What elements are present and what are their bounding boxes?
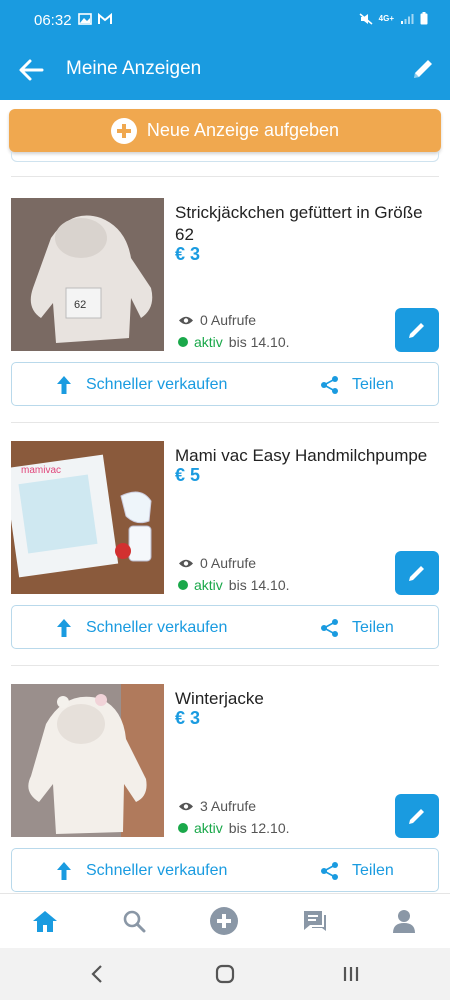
status-until: bis 14.10. bbox=[228, 577, 290, 593]
ad-title[interactable]: Strickjäckchen gefüttert in Größe 62 bbox=[175, 202, 445, 246]
nav-add[interactable] bbox=[209, 906, 239, 936]
status-time: 06:32 bbox=[34, 12, 72, 29]
home-icon bbox=[33, 911, 57, 932]
ad-price: € 3 bbox=[175, 708, 201, 728]
ad-action-bar: Schneller verkaufen Teilen bbox=[11, 605, 439, 649]
gmail-icon bbox=[98, 13, 112, 24]
eye-icon bbox=[179, 559, 193, 567]
sell-faster-button[interactable]: Schneller verkaufen bbox=[56, 861, 227, 881]
views-count: 3 Aufrufe bbox=[200, 798, 257, 814]
nav-search[interactable] bbox=[119, 906, 149, 936]
share-button[interactable]: Teilen bbox=[320, 375, 394, 395]
edit-pencil-icon bbox=[409, 566, 424, 581]
share-label: Teilen bbox=[352, 619, 394, 636]
status-bar: 06:32 4G+ bbox=[0, 0, 450, 40]
system-home-icon[interactable] bbox=[213, 962, 237, 986]
svg-text:62: 62 bbox=[74, 299, 86, 311]
views-row: 3 Aufrufe bbox=[178, 798, 256, 814]
share-label: Teilen bbox=[352, 376, 394, 393]
ad-card[interactable]: 62 Strickjäckchen gefüttert in Größe 62 … bbox=[0, 198, 450, 410]
views-row: 0 Aufrufe bbox=[178, 312, 256, 328]
share-button[interactable]: Teilen bbox=[320, 861, 394, 881]
nav-messages[interactable] bbox=[299, 906, 329, 936]
ad-price: € 5 bbox=[175, 465, 201, 485]
network-label: 4G+ bbox=[378, 14, 394, 23]
system-navigation bbox=[0, 948, 450, 1000]
eye-icon bbox=[179, 316, 193, 324]
add-circle-icon bbox=[210, 907, 238, 935]
profile-icon bbox=[393, 910, 415, 933]
mute-icon bbox=[359, 12, 373, 25]
recent-apps-icon[interactable] bbox=[339, 962, 363, 986]
status-row: aktiv bis 14.10. bbox=[178, 577, 290, 593]
system-status-icons: 4G+ bbox=[359, 12, 428, 25]
system-back-icon[interactable] bbox=[86, 962, 110, 986]
status-row: aktiv bis 12.10. bbox=[178, 820, 290, 836]
views-row: 0 Aufrufe bbox=[178, 555, 256, 571]
ad-title[interactable]: Winterjacke bbox=[175, 688, 445, 710]
status-until: bis 12.10. bbox=[228, 820, 290, 836]
share-icon bbox=[321, 862, 338, 880]
ad-action-bar: Schneller verkaufen Teilen bbox=[11, 848, 439, 892]
divider bbox=[11, 422, 439, 423]
nav-home[interactable] bbox=[30, 906, 60, 936]
new-ad-button[interactable]: Neue Anzeige aufgeben bbox=[9, 109, 441, 152]
status-until: bis 14.10. bbox=[228, 334, 290, 350]
eye-icon bbox=[179, 802, 193, 810]
ad-image-knit-jacket[interactable]: 62 bbox=[11, 198, 164, 351]
svg-text:mamivac: mamivac bbox=[21, 465, 61, 476]
ad-image-winter-jacket[interactable] bbox=[11, 684, 164, 837]
status-label: aktiv bbox=[194, 820, 223, 836]
sell-faster-label: Schneller verkaufen bbox=[86, 862, 228, 879]
edit-ad-button[interactable] bbox=[395, 308, 439, 352]
share-label: Teilen bbox=[352, 862, 394, 879]
new-ad-label: Neue Anzeige aufgeben bbox=[146, 120, 340, 140]
ad-card[interactable]: mamivac Mami vac Easy Handmilchpumpe € 5… bbox=[0, 441, 450, 653]
edit-ad-button[interactable] bbox=[395, 794, 439, 838]
sell-faster-label: Schneller verkaufen bbox=[86, 619, 228, 636]
share-icon bbox=[321, 619, 338, 637]
sell-faster-button[interactable]: Schneller verkaufen bbox=[56, 618, 227, 638]
previous-action-bar bbox=[11, 152, 439, 162]
search-icon bbox=[123, 910, 146, 933]
active-dot-icon bbox=[178, 337, 188, 347]
edit-pencil-icon bbox=[409, 323, 424, 338]
ad-title[interactable]: Mami vac Easy Handmilchpumpe bbox=[175, 445, 445, 467]
notification-icons bbox=[78, 13, 112, 25]
bottom-navigation bbox=[0, 893, 450, 948]
plus-circle-icon bbox=[110, 117, 137, 144]
edit-pencil-icon bbox=[409, 809, 424, 824]
share-button[interactable]: Teilen bbox=[320, 618, 394, 638]
status-label: aktiv bbox=[194, 577, 223, 593]
status-label: aktiv bbox=[194, 334, 223, 350]
ad-price: € 3 bbox=[175, 244, 201, 264]
app-bar: Meine Anzeigen bbox=[0, 40, 450, 100]
active-dot-icon bbox=[178, 823, 188, 833]
messages-icon bbox=[304, 911, 326, 931]
sell-faster-button[interactable]: Schneller verkaufen bbox=[56, 375, 227, 395]
active-dot-icon bbox=[178, 580, 188, 590]
nav-profile[interactable] bbox=[389, 906, 419, 936]
views-count: 0 Aufrufe bbox=[200, 555, 257, 571]
edit-ad-button[interactable] bbox=[395, 551, 439, 595]
divider bbox=[11, 176, 439, 177]
arrow-up-icon bbox=[57, 862, 71, 880]
signal-icon bbox=[401, 13, 414, 24]
edit-pencil-icon[interactable] bbox=[410, 56, 436, 82]
battery-icon bbox=[420, 12, 428, 25]
ad-action-bar: Schneller verkaufen Teilen bbox=[11, 362, 439, 406]
arrow-up-icon bbox=[57, 619, 71, 637]
divider bbox=[11, 665, 439, 666]
status-row: aktiv bis 14.10. bbox=[178, 334, 290, 350]
views-count: 0 Aufrufe bbox=[200, 312, 257, 328]
sell-faster-label: Schneller verkaufen bbox=[86, 376, 228, 393]
arrow-up-icon bbox=[57, 376, 71, 394]
ad-card[interactable]: Winterjacke € 3 3 Aufrufe aktiv bis 12.1… bbox=[0, 684, 450, 893]
page-title: Meine Anzeigen bbox=[66, 58, 202, 79]
share-icon bbox=[321, 376, 338, 394]
ad-image-breast-pump[interactable]: mamivac bbox=[11, 441, 164, 594]
image-notification-icon bbox=[78, 13, 92, 25]
ads-list[interactable]: 62 Strickjäckchen gefüttert in Größe 62 … bbox=[0, 152, 450, 893]
back-arrow-icon[interactable] bbox=[16, 55, 46, 85]
